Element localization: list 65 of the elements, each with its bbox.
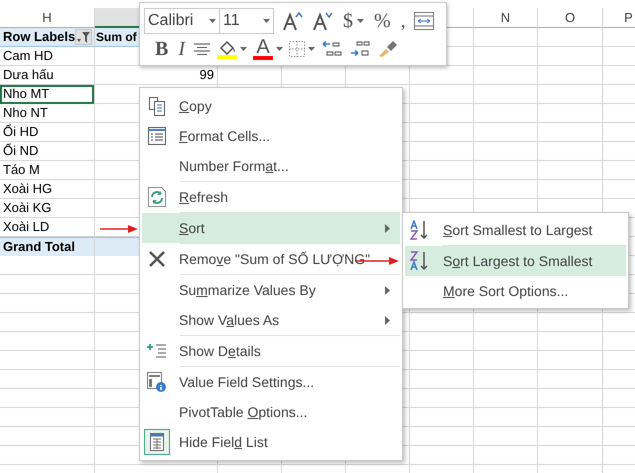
align-center-icon	[194, 43, 210, 55]
column-header[interactable]: H	[0, 8, 95, 28]
format-button[interactable]: %	[369, 8, 396, 34]
table-cell-text: Dưa hấu	[2, 66, 55, 84]
settings-icon	[147, 372, 167, 392]
table-cell-text: Xoài KG	[2, 199, 52, 218]
refresh-icon	[148, 187, 166, 207]
menu-item[interactable]: Number Format...	[142, 151, 400, 181]
increase-decimal-icon	[322, 40, 342, 58]
menu-item[interactable]: Remove "Sum of SỐ LƯỢNG"	[142, 244, 400, 274]
column-header[interactable]: N	[474, 8, 538, 28]
table-cell-text: Ổi ND	[2, 142, 40, 160]
filter-icon	[77, 32, 90, 42]
font-color-button[interactable]: A	[250, 36, 286, 62]
format-cells-icon	[148, 127, 166, 145]
arrow-annotation	[100, 225, 138, 233]
column-header[interactable]: O	[538, 8, 603, 28]
menu-item[interactable]: PivotTable Options...	[142, 397, 400, 427]
menu-item[interactable]: More Sort Options...	[405, 276, 626, 306]
table-cell: Nho MT	[0, 85, 94, 104]
font-name-field[interactable]: Calibri	[144, 8, 220, 34]
table-cell-text: Cam HD	[2, 47, 54, 66]
menu-item[interactable]: Show Details	[142, 336, 400, 366]
table-cell-text: 99	[198, 66, 215, 84]
show-details-icon	[147, 343, 167, 359]
wrap-text-icon	[414, 12, 434, 30]
menu-item[interactable]: Sort Smallest to Largest	[405, 215, 626, 245]
menu-item[interactable]: Format Cells...	[142, 121, 400, 151]
table-cell-text: Xoài LD	[2, 218, 50, 236]
format-button[interactable]: ,	[396, 8, 411, 34]
submenu-arrow-icon	[385, 316, 390, 324]
table-cell-text: Táo M	[2, 161, 41, 180]
close-icon	[148, 250, 166, 268]
submenu-arrow-icon	[385, 224, 390, 232]
caret-icon	[357, 19, 364, 23]
menu-item[interactable]: Refresh	[142, 182, 400, 212]
copy-icon	[148, 96, 166, 116]
caret-icon	[276, 47, 284, 51]
menu-item[interactable]: Copy	[142, 91, 400, 121]
grow-font-icon	[282, 11, 304, 31]
paintbrush-icon	[378, 40, 398, 58]
field-list-icon	[150, 433, 164, 451]
menu-item[interactable]: Sort	[142, 213, 400, 243]
table-cell-text: Nho NT	[2, 104, 49, 122]
font-size-field[interactable]: 11	[220, 8, 274, 34]
submenu-arrow-icon	[385, 286, 390, 294]
menu-item[interactable]: Sort Largest to Smallest	[405, 246, 626, 276]
shrink-font-icon	[312, 11, 334, 31]
menu-item[interactable]: Value Field Settings...	[142, 367, 400, 397]
caret-icon	[209, 19, 216, 23]
caret-icon	[263, 19, 270, 23]
menu-item[interactable]: Hide Field List	[142, 427, 400, 457]
filter-button[interactable]	[75, 29, 92, 45]
table-cell: Grand Total	[0, 237, 94, 256]
borders-icon	[289, 41, 306, 57]
menu-item[interactable]: Summarize Values By	[142, 275, 400, 305]
decrease-decimal-icon	[350, 40, 370, 58]
format-button[interactable]: $	[338, 8, 369, 34]
caret-icon	[308, 47, 316, 51]
table-cell-text: Xoài HG	[2, 180, 54, 198]
menu-item[interactable]: Show Values As	[142, 305, 400, 335]
table-cell-text: Row Labels	[2, 28, 76, 46]
table-cell-text: Ổi HD	[2, 123, 40, 142]
font-color-letter: A	[256, 38, 270, 56]
caret-icon	[240, 47, 248, 51]
